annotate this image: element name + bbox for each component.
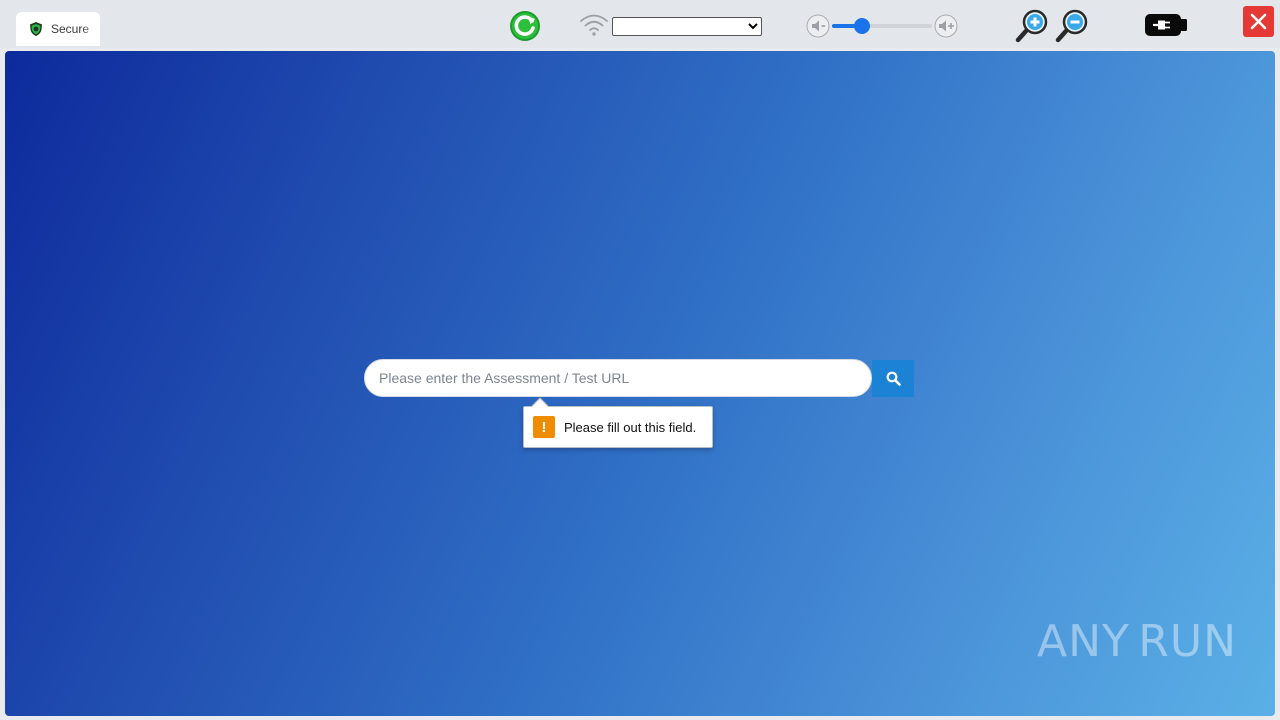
warning-icon: ! [533, 416, 555, 438]
page-viewport: ! Please fill out this field. ANY RUN [5, 51, 1275, 716]
warning-icon-symbol: ! [541, 418, 547, 436]
validation-tooltip: ! Please fill out this field. [523, 397, 713, 448]
watermark-text-left: ANY [1037, 615, 1130, 667]
watermark-text-right: RUN [1138, 615, 1237, 667]
zoom-in-icon[interactable] [1013, 8, 1051, 44]
tab-label: Secure [51, 22, 90, 36]
close-icon [1250, 13, 1267, 30]
tooltip-arrow [531, 397, 549, 415]
close-button[interactable] [1243, 6, 1274, 37]
volume-up-icon[interactable] [934, 14, 958, 38]
volume-thumb[interactable] [854, 18, 870, 34]
network-select[interactable] [612, 17, 762, 36]
wifi-icon[interactable] [578, 12, 610, 38]
validation-message: Please fill out this field. [564, 419, 697, 435]
shield-icon [30, 22, 42, 36]
volume-down-icon[interactable] [806, 14, 830, 38]
refresh-icon[interactable] [508, 9, 542, 43]
anyrun-watermark: ANY RUN [1037, 609, 1237, 673]
zoom-out-icon[interactable] [1053, 8, 1091, 44]
assessment-url-input[interactable] [364, 359, 872, 397]
search-button[interactable] [872, 360, 914, 397]
search-icon [886, 371, 901, 386]
browser-toolbar: Secure [0, 0, 1280, 48]
volume-slider[interactable] [832, 18, 932, 34]
tab-secure[interactable]: Secure [16, 12, 100, 46]
power-plug-icon[interactable] [1144, 12, 1188, 38]
